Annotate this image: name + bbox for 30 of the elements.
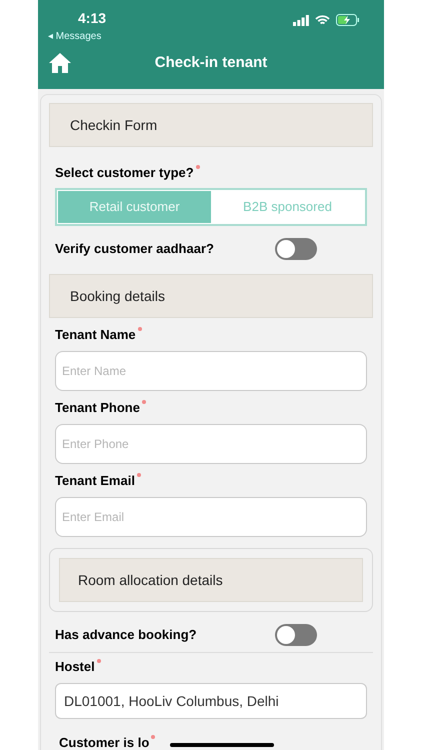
- text-field[interactable]: Enter Phone: [55, 424, 367, 464]
- section-header: Room allocation details: [59, 558, 363, 602]
- field-label: Tenant Phone: [55, 399, 140, 417]
- text-field[interactable]: Enter Name: [55, 351, 367, 391]
- battery-icon: [336, 14, 360, 26]
- required-icon: [151, 735, 156, 739]
- home-icon[interactable]: [48, 52, 72, 74]
- section-header: Checkin Form: [49, 103, 373, 147]
- field-label: Hostel: [55, 658, 95, 676]
- required-icon: [196, 165, 200, 169]
- toggle-label: Verify customer aadhaar?: [55, 240, 214, 258]
- field-label: Tenant Email: [55, 472, 135, 490]
- wifi-icon: [315, 14, 330, 26]
- back-link[interactable]: ◂ Messages: [48, 29, 102, 44]
- required-icon: [138, 327, 142, 331]
- required-icon: [96, 659, 101, 663]
- signal-icon: [293, 14, 309, 26]
- toggle-switch[interactable]: [275, 624, 317, 646]
- required-icon: [142, 400, 146, 404]
- hostel-field[interactable]: DL01001, HooLiv Columbus, Delhi: [55, 683, 367, 719]
- field-label: Customer is lo: [59, 734, 150, 750]
- status-time: 4:13: [77, 9, 106, 28]
- toggle-switch[interactable]: [275, 238, 317, 260]
- field-label: Tenant Name: [55, 326, 136, 344]
- section-header: Booking details: [49, 274, 373, 318]
- text-field[interactable]: Enter Email: [55, 497, 367, 537]
- toggle-label: Has advance booking?: [55, 626, 197, 644]
- required-icon: [136, 473, 141, 477]
- page-title: Check-in tenant: [154, 53, 268, 73]
- field-label: Select customer type?: [55, 164, 194, 182]
